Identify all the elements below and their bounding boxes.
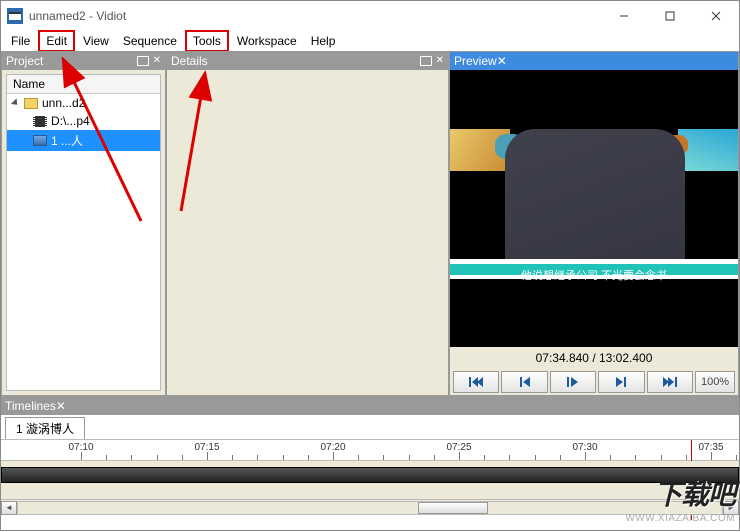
menu-tools[interactable]: Tools	[185, 30, 229, 52]
close-button[interactable]	[693, 1, 739, 31]
timeline-ruler[interactable]: 07:1007:1507:2007:2507:3007:35	[1, 439, 739, 461]
menu-sequence[interactable]: Sequence	[117, 32, 183, 50]
timeline-hscroll[interactable]: ◄ ►	[1, 499, 739, 515]
details-body	[167, 70, 448, 395]
panel-close-icon[interactable]: ✕	[56, 399, 66, 413]
scroll-left-button[interactable]: ◄	[1, 501, 17, 515]
time-total: 13:02.400	[599, 351, 652, 365]
preview-subtitle: 他说想继承公司 不光要会念书	[450, 267, 738, 283]
film-icon	[33, 116, 47, 127]
zoom-level[interactable]: 100%	[695, 371, 735, 393]
goto-start-button[interactable]	[453, 371, 499, 393]
menu-view[interactable]: View	[77, 32, 115, 50]
panel-dock-icon[interactable]	[420, 56, 432, 66]
step-forward-button[interactable]	[598, 371, 644, 393]
menu-bar: File Edit View Sequence Tools Workspace …	[1, 31, 739, 51]
tree-root[interactable]: unn...d2	[7, 94, 160, 112]
preview-panel-title: Preview	[454, 54, 497, 68]
tree-item-sequence[interactable]: 1 ...人	[7, 130, 160, 151]
window-title: unnamed2 - Vidiot	[29, 9, 601, 23]
panel-close-icon[interactable]: ✕	[153, 56, 161, 66]
tree-item-label: D:\...p4	[51, 114, 90, 128]
menu-workspace[interactable]: Workspace	[231, 32, 303, 50]
panel-close-icon[interactable]: ✕	[497, 54, 507, 68]
timelines-panel: Timelines ✕ 1 漩涡博人 07:1007:1507:2007:250…	[1, 396, 739, 515]
transport-bar: 100%	[450, 369, 738, 395]
sequence-icon	[33, 135, 47, 146]
project-panel: Project ✕ Name unn...d2 D:\...p4 1 ...人	[1, 51, 166, 396]
minimize-button[interactable]	[601, 1, 647, 31]
tree-item-clip[interactable]: D:\...p4	[7, 112, 160, 130]
tree-item-label: 1 ...人	[51, 132, 83, 149]
timeline-tracks[interactable]	[1, 461, 739, 499]
details-panel-title: Details	[171, 54, 208, 68]
goto-end-button[interactable]	[647, 371, 693, 393]
tree-root-label: unn...d2	[42, 96, 85, 110]
menu-help[interactable]: Help	[305, 32, 342, 50]
scroll-right-button[interactable]: ►	[723, 501, 739, 515]
play-button[interactable]	[550, 371, 596, 393]
timelines-panel-header[interactable]: Timelines ✕	[1, 397, 739, 415]
tree-header-name[interactable]: Name	[7, 75, 160, 94]
scroll-thumb[interactable]	[418, 502, 488, 514]
preview-panel-header[interactable]: Preview ✕	[450, 52, 738, 70]
details-panel-header[interactable]: Details ✕	[167, 52, 448, 70]
step-back-button[interactable]	[501, 371, 547, 393]
video-track[interactable]	[1, 467, 739, 483]
timelines-panel-title: Timelines	[5, 399, 56, 413]
panel-dock-icon[interactable]	[137, 56, 149, 66]
title-bar: unnamed2 - Vidiot	[1, 1, 739, 31]
caret-icon[interactable]	[11, 98, 20, 107]
menu-file[interactable]: File	[5, 32, 36, 50]
project-panel-header[interactable]: Project ✕	[2, 52, 165, 70]
maximize-button[interactable]	[647, 1, 693, 31]
timeline-tab[interactable]: 1 漩涡博人	[5, 417, 85, 439]
preview-video[interactable]: 他说想继承公司 不光要会念书	[450, 70, 738, 347]
time-current: 07:34.840	[536, 351, 589, 365]
project-tree[interactable]: Name unn...d2 D:\...p4 1 ...人	[6, 74, 161, 391]
preview-panel: Preview ✕ 他说想继承公司 不光要会念书 07:34.840 / 13:…	[449, 51, 739, 396]
menu-edit[interactable]: Edit	[38, 30, 75, 52]
panel-close-icon[interactable]: ✕	[436, 56, 444, 66]
preview-timecode: 07:34.840 / 13:02.400	[450, 347, 738, 369]
details-panel: Details ✕	[166, 51, 449, 396]
folder-icon	[24, 98, 38, 109]
app-icon	[7, 8, 23, 24]
project-panel-title: Project	[6, 54, 43, 68]
